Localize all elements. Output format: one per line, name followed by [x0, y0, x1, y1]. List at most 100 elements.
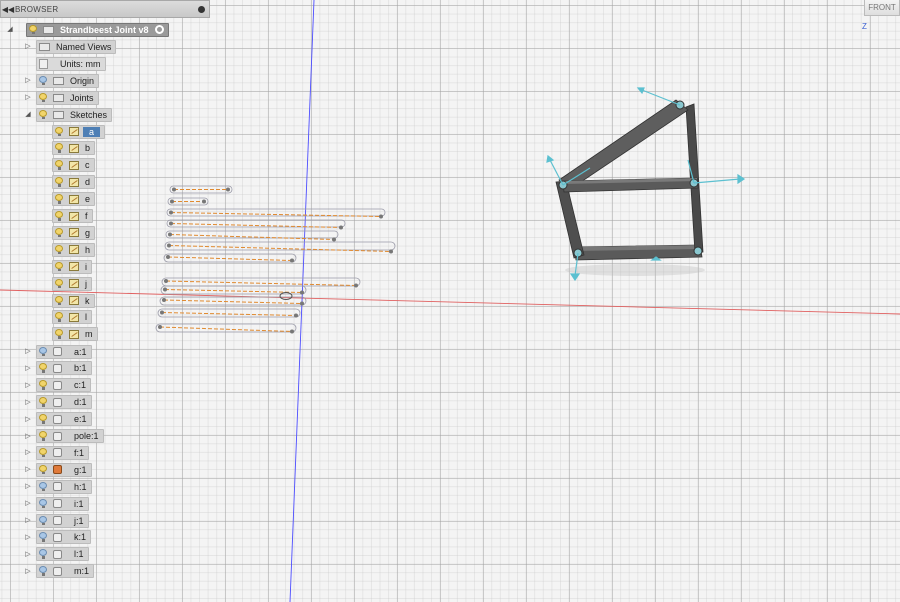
tree-item-named-views[interactable]: ▷ Named Views — [24, 39, 117, 54]
expand-toggle-icon[interactable]: ▷ — [24, 90, 32, 105]
expand-toggle-icon[interactable]: ▷ — [24, 462, 32, 477]
sketch-slot-b — [167, 197, 209, 206]
sketch-item-b[interactable]: b — [52, 141, 96, 156]
component-label: pole:1 — [74, 431, 99, 441]
joint-pin — [693, 246, 703, 256]
component-item[interactable]: ▷ i:1 — [24, 496, 89, 511]
visibility-bulb-icon[interactable] — [39, 431, 47, 441]
visibility-bulb-icon[interactable] — [55, 227, 63, 238]
expand-toggle-icon[interactable]: ◢ — [24, 107, 32, 122]
tree-item-units[interactable]: Units: mm — [36, 56, 106, 71]
visibility-bulb-icon[interactable] — [39, 397, 47, 407]
sketch-profiles[interactable] — [155, 185, 396, 334]
component-item[interactable]: ▷ e:1 — [24, 412, 92, 427]
sketch-item-g[interactable]: g — [52, 225, 96, 240]
visibility-bulb-icon[interactable] — [39, 481, 47, 492]
expand-toggle-icon[interactable]: ▷ — [24, 412, 32, 427]
visibility-bulb-icon[interactable] — [55, 177, 63, 187]
tree-item-origin[interactable]: ▷ Origin — [24, 73, 100, 88]
visibility-bulb-icon[interactable] — [39, 380, 47, 390]
sketch-item-m[interactable]: m — [52, 327, 98, 342]
component-item[interactable]: ▷ b:1 — [24, 361, 92, 376]
visibility-bulb-icon[interactable] — [55, 329, 63, 339]
visibility-bulb-icon[interactable] — [55, 261, 63, 272]
sketches-label: Sketches — [70, 109, 108, 120]
visibility-bulb-icon[interactable] — [55, 143, 63, 153]
visibility-bulb-icon[interactable] — [39, 346, 47, 357]
visibility-bulb-icon[interactable] — [55, 194, 63, 204]
component-item[interactable]: ▷ a:1 — [24, 344, 92, 359]
visibility-bulb-icon[interactable] — [39, 549, 47, 559]
visibility-bulb-icon[interactable] — [55, 312, 63, 322]
expand-toggle-icon[interactable]: ▷ — [24, 39, 32, 54]
expand-toggle-icon[interactable]: ▷ — [24, 73, 32, 88]
expand-toggle-icon[interactable]: ▷ — [24, 429, 32, 444]
sketch-item-j[interactable]: j — [52, 276, 92, 291]
component-item[interactable]: ▷ k:1 — [24, 530, 92, 545]
component-item[interactable]: ▷ c:1 — [24, 378, 92, 393]
linkage-assembly[interactable] — [546, 87, 746, 282]
viewport-canvas[interactable] — [0, 0, 900, 602]
sketch-item-h[interactable]: h — [52, 242, 96, 257]
browser-header[interactable]: ◀◀ BROWSER — [0, 0, 210, 18]
expand-toggle-icon[interactable]: ▷ — [24, 344, 32, 359]
component-label: m:1 — [74, 566, 90, 577]
tree-item-sketches[interactable]: ◢ Sketches — [24, 107, 113, 122]
viewcube-front-face[interactable]: FRONT — [864, 0, 900, 16]
expand-toggle-icon[interactable]: ▷ — [24, 445, 32, 460]
expand-toggle-icon[interactable]: ▷ — [24, 479, 32, 494]
component-label: b:1 — [74, 363, 87, 374]
expand-toggle-icon[interactable]: ▷ — [24, 496, 32, 511]
sketch-item-k[interactable]: k — [52, 293, 95, 308]
activate-radio-icon[interactable] — [154, 25, 164, 34]
component-icon — [53, 363, 62, 373]
visibility-bulb-icon[interactable] — [39, 515, 47, 526]
origin-point-marker — [279, 292, 293, 300]
component-item[interactable]: ▷ f:1 — [24, 445, 90, 460]
component-item[interactable]: ▷ j:1 — [24, 513, 89, 528]
visibility-bulb-icon[interactable] — [55, 244, 63, 255]
sketch-label: d — [85, 177, 91, 188]
sketch-item-d[interactable]: d — [52, 175, 96, 190]
component-item[interactable]: ▷ d:1 — [24, 395, 92, 410]
expand-toggle-icon[interactable]: ▷ — [24, 395, 32, 410]
expand-toggle-icon[interactable]: ▷ — [24, 564, 32, 579]
sketch-item-a[interactable]: a — [52, 124, 106, 139]
component-item[interactable]: ▷ l:1 — [24, 547, 89, 562]
visibility-bulb-icon[interactable] — [39, 75, 47, 86]
expand-toggle-icon[interactable]: ▷ — [24, 547, 32, 562]
expand-toggle-icon[interactable]: ▷ — [24, 361, 32, 376]
component-item[interactable]: ▷ h:1 — [24, 479, 92, 494]
visibility-bulb-icon[interactable] — [39, 414, 47, 424]
component-item[interactable]: ▷ g:1 — [24, 462, 92, 477]
visibility-bulb-icon[interactable] — [29, 24, 37, 35]
visibility-bulb-icon[interactable] — [55, 295, 63, 306]
expand-toggle-icon[interactable]: ▷ — [24, 378, 32, 393]
visibility-bulb-icon[interactable] — [55, 126, 63, 137]
component-item[interactable]: ▷ m:1 — [24, 564, 95, 579]
visibility-bulb-icon[interactable] — [39, 532, 47, 542]
expand-toggle-icon[interactable]: ▷ — [24, 530, 32, 545]
visibility-bulb-icon[interactable] — [55, 160, 63, 170]
visibility-bulb-icon[interactable] — [39, 92, 47, 103]
expand-toggle-icon[interactable]: ▷ — [24, 513, 32, 528]
sketch-item-f[interactable]: f — [52, 209, 93, 224]
visibility-bulb-icon[interactable] — [39, 363, 47, 373]
visibility-bulb-icon[interactable] — [39, 498, 47, 509]
tree-root[interactable]: ◢ Strandbeest Joint v8 — [6, 22, 169, 37]
collapse-panel-icon[interactable]: ◀◀ — [1, 5, 15, 14]
sketch-item-e[interactable]: e — [52, 192, 96, 207]
tree-item-joints[interactable]: ▷ Joints — [24, 90, 99, 105]
expand-toggle-icon[interactable]: ◢ — [6, 22, 14, 37]
component-item[interactable]: ▷ pole:1 — [24, 429, 104, 444]
sketch-item-l[interactable]: l — [52, 310, 92, 325]
visibility-bulb-icon[interactable] — [39, 566, 47, 576]
sketch-item-c[interactable]: c — [52, 158, 95, 173]
visibility-bulb-icon[interactable] — [39, 464, 47, 475]
visibility-bulb-icon[interactable] — [39, 447, 47, 458]
visibility-bulb-icon[interactable] — [39, 109, 47, 120]
visibility-bulb-icon[interactable] — [55, 211, 63, 221]
sketch-item-i[interactable]: i — [52, 259, 92, 274]
visibility-bulb-icon[interactable] — [55, 278, 63, 289]
pin-icon[interactable] — [198, 6, 205, 13]
